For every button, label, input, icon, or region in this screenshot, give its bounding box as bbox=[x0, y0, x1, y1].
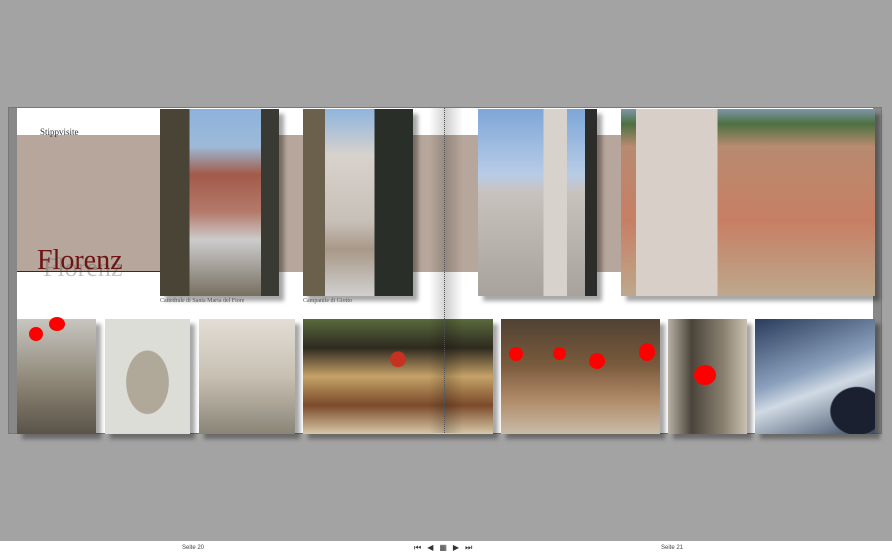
left-page-edge bbox=[9, 108, 17, 433]
album-subtitle: Stippvisite bbox=[40, 127, 79, 137]
overview-grid-icon[interactable]: ▦ bbox=[439, 543, 447, 553]
right-page-number: Seite 21 bbox=[661, 545, 684, 551]
photo-statue-head[interactable] bbox=[105, 319, 190, 434]
last-page-icon[interactable]: ⏭ bbox=[465, 543, 472, 553]
photo-duomo-facade[interactable] bbox=[478, 109, 597, 296]
page-footer-bar: Seite 20 ⏮ ◀ ▦ ▶ ⏭ Seite 21 bbox=[0, 541, 892, 557]
photo-florence-rooftops[interactable] bbox=[621, 109, 875, 296]
next-page-icon[interactable]: ▶ bbox=[453, 543, 459, 553]
photo-sky-silhouettes[interactable] bbox=[755, 319, 875, 434]
caption-cathedral: Cattedrale di Santa Maria del Fiore bbox=[160, 298, 245, 304]
left-page-number: Seite 20 bbox=[182, 545, 205, 551]
caption-campanile: Campanile di Giotto bbox=[303, 298, 352, 304]
photo-people-bench[interactable] bbox=[17, 317, 96, 434]
first-page-icon[interactable]: ⏮ bbox=[414, 543, 421, 553]
album-title: Florenz bbox=[37, 245, 123, 276]
page-navigation: ⏮ ◀ ▦ ▶ ⏭ bbox=[414, 543, 472, 553]
prev-page-icon[interactable]: ◀ bbox=[427, 543, 433, 553]
title-underline bbox=[17, 271, 167, 272]
photo-cafe-bar[interactable] bbox=[501, 319, 660, 434]
photo-gargoyle[interactable] bbox=[199, 319, 295, 434]
photo-tourist-columns[interactable] bbox=[668, 319, 747, 434]
photo-book-spread: Stippvisite Florenz Florenz Cattedrale d… bbox=[8, 107, 882, 434]
spine-shadow bbox=[429, 108, 463, 433]
photo-cathedral-dome[interactable] bbox=[160, 109, 279, 296]
book-spine bbox=[444, 108, 446, 433]
photo-campanile-street[interactable] bbox=[303, 109, 413, 296]
photo-pastry-display[interactable] bbox=[303, 319, 493, 434]
